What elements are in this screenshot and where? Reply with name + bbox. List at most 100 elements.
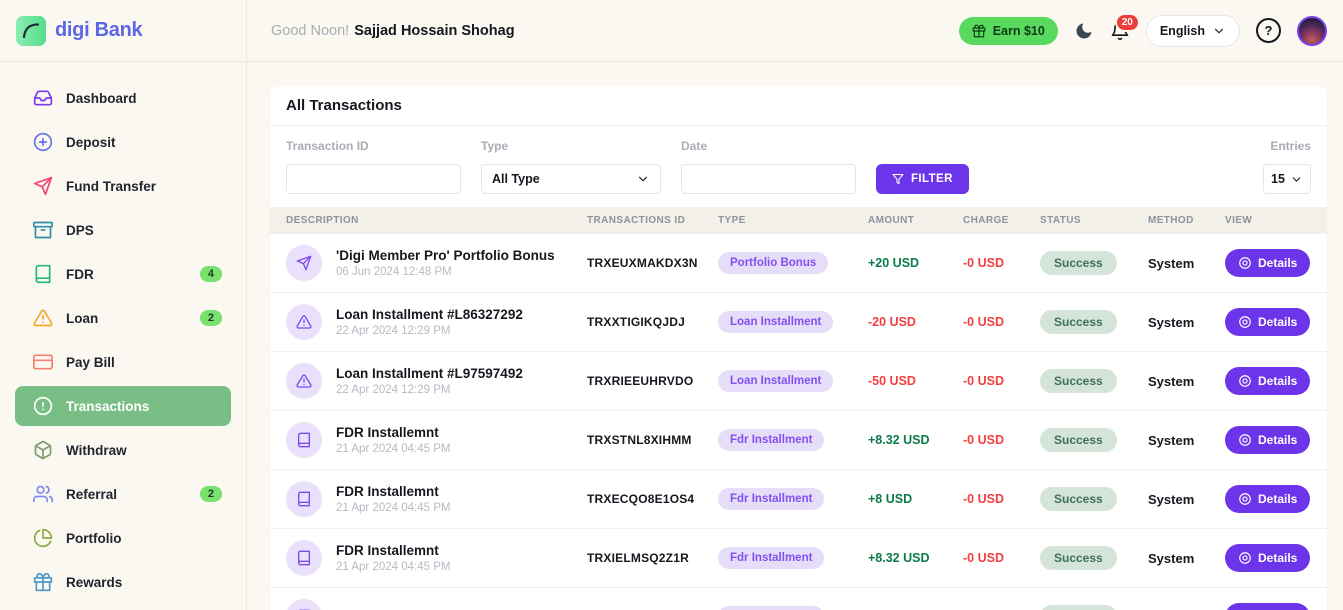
- transaction-date: 21 Apr 2024 04:45 PM: [336, 502, 450, 514]
- sidebar-item-label: Fund Transfer: [66, 179, 222, 194]
- brand-name: digi Bank: [55, 19, 142, 42]
- sidebar-item-pay-bill[interactable]: Pay Bill: [0, 340, 246, 384]
- greeting-text: Good Noon!: [271, 23, 349, 39]
- sidebar-item-transactions[interactable]: Transactions: [15, 386, 231, 426]
- transaction-type-icon-wrap: [286, 245, 322, 281]
- details-button[interactable]: Details: [1225, 426, 1310, 454]
- details-button[interactable]: Details: [1225, 367, 1310, 395]
- app-root: digi Bank Dashboard Deposit Fund Transfer D…: [0, 0, 1343, 610]
- notifications-button[interactable]: 20: [1110, 21, 1130, 41]
- eye-detail-icon: [1238, 551, 1252, 565]
- earn-button[interactable]: Earn $10: [959, 17, 1058, 45]
- paper-plane-icon: [33, 176, 53, 196]
- filter-button[interactable]: FILTER: [876, 164, 969, 194]
- transaction-date: 21 Apr 2024 04:45 PM: [336, 561, 450, 573]
- transaction-id: TRXECQO8E1OS4: [587, 492, 718, 506]
- details-button-label: Details: [1258, 256, 1297, 270]
- archive-box-icon: [33, 220, 53, 240]
- amount-value: -20 USD: [868, 315, 963, 329]
- sidebar-item-portfolio[interactable]: Portfolio: [0, 516, 246, 560]
- avatar[interactable]: [1297, 16, 1327, 46]
- description-cell: FDR Installemnt: [286, 599, 587, 610]
- transaction-title: 'Digi Member Pro' Portfolio Bonus: [336, 248, 555, 263]
- sidebar-item-label: Pay Bill: [66, 355, 222, 370]
- details-button[interactable]: Details: [1225, 249, 1310, 277]
- details-button[interactable]: Details: [1225, 544, 1310, 572]
- logo[interactable]: digi Bank: [0, 0, 246, 62]
- page-title: All Transactions: [286, 97, 402, 114]
- status-badge: Success: [1040, 428, 1117, 452]
- sidebar-item-label: Deposit: [66, 135, 222, 150]
- description-cell: Loan Installment #L9759749222 Apr 2024 1…: [286, 363, 587, 399]
- type-badge: Fdr Installment: [718, 488, 824, 510]
- language-value: English: [1160, 24, 1205, 38]
- method-value: System: [1148, 256, 1225, 271]
- book-icon: [296, 491, 312, 507]
- book-icon: [296, 432, 312, 448]
- funnel-icon: [892, 173, 904, 185]
- type-select-value: All Type: [492, 172, 540, 186]
- help-button[interactable]: ?: [1256, 18, 1281, 43]
- sidebar-item-deposit[interactable]: Deposit: [0, 120, 246, 164]
- status-badge: Success: [1040, 369, 1117, 393]
- user-name: Sajjad Hossain Shohag: [354, 23, 514, 39]
- entries-select[interactable]: 15: [1263, 164, 1311, 194]
- sidebar-item-withdraw[interactable]: Withdraw: [0, 428, 246, 472]
- column-header-description: DESCRIPTION: [286, 215, 587, 226]
- transaction-type-icon-wrap: [286, 363, 322, 399]
- date-input[interactable]: [681, 164, 856, 194]
- transaction-id: TRXXTIGIKQJDJ: [587, 315, 718, 329]
- sidebar-item-dashboard[interactable]: Dashboard: [0, 76, 246, 120]
- sidebar-item-label: Portfolio: [66, 531, 222, 546]
- main-area: Good Noon! Sajjad Hossain Shohag Earn $10…: [247, 0, 1343, 610]
- sidebar-item-loan[interactable]: Loan2: [0, 296, 246, 340]
- charge-value: -0 USD: [963, 315, 1040, 329]
- method-value: System: [1148, 551, 1225, 566]
- table-row: 'Digi Member Pro' Portfolio Bonus06 Jun …: [270, 234, 1327, 293]
- sidebar-item-referral[interactable]: Referral2: [0, 472, 246, 516]
- transaction-date: 22 Apr 2024 12:29 PM: [336, 325, 523, 337]
- details-button[interactable]: Details: [1225, 603, 1310, 610]
- language-select[interactable]: English: [1146, 15, 1240, 47]
- entries-field: Entries 15: [1263, 139, 1311, 194]
- status-badge: Success: [1040, 310, 1117, 334]
- dark-mode-toggle[interactable]: [1074, 21, 1094, 41]
- transaction-id: TRXIELMSQ2Z1R: [587, 551, 718, 565]
- details-button-label: Details: [1258, 433, 1297, 447]
- table-row: FDR Installemnt21 Apr 2024 04:45 PMTRXST…: [270, 411, 1327, 470]
- column-header-transactions-id: TRANSACTIONS ID: [587, 215, 718, 226]
- amount-value: +8.32 USD: [868, 433, 963, 447]
- sidebar-item-rewards[interactable]: Rewards: [0, 560, 246, 604]
- transaction-id: TRXEUXMAKDX3N: [587, 256, 718, 270]
- funnel-icon: [892, 173, 904, 185]
- status-badge: Success: [1040, 487, 1117, 511]
- entries-value: 15: [1271, 172, 1285, 186]
- sidebar-item-label: Referral: [66, 487, 187, 502]
- amount-value: +20 USD: [868, 256, 963, 270]
- paper-plane-icon: [296, 255, 312, 271]
- users-icon: [33, 484, 53, 504]
- table-row: FDR Installemnt21 Apr 2024 04:45 PMTRXIE…: [270, 529, 1327, 588]
- moon-icon: [1074, 21, 1094, 41]
- transactions-card: All Transactions Transaction ID Type All…: [270, 86, 1327, 610]
- filter-button-label: FILTER: [911, 173, 953, 185]
- method-value: System: [1148, 433, 1225, 448]
- credit-card-icon: [33, 352, 53, 372]
- chevron-down-icon: [1212, 24, 1226, 38]
- transaction-id-input[interactable]: [286, 164, 461, 194]
- chevron-down-icon: [636, 172, 650, 186]
- type-select[interactable]: All Type: [481, 164, 661, 194]
- transaction-type-icon-wrap: [286, 540, 322, 576]
- sidebar-item-fdr[interactable]: FDR4: [0, 252, 246, 296]
- eye-detail-icon: [1238, 433, 1252, 447]
- book-icon: [33, 264, 53, 284]
- sidebar-item-dps[interactable]: DPS: [0, 208, 246, 252]
- details-button[interactable]: Details: [1225, 485, 1310, 513]
- sidebar-item-fund-transfer[interactable]: Fund Transfer: [0, 164, 246, 208]
- details-button[interactable]: Details: [1225, 308, 1310, 336]
- charge-value: -0 USD: [963, 374, 1040, 388]
- method-value: System: [1148, 492, 1225, 507]
- transaction-id-field: Transaction ID: [286, 139, 461, 194]
- package-icon: [33, 440, 53, 460]
- charge-value: -0 USD: [963, 551, 1040, 565]
